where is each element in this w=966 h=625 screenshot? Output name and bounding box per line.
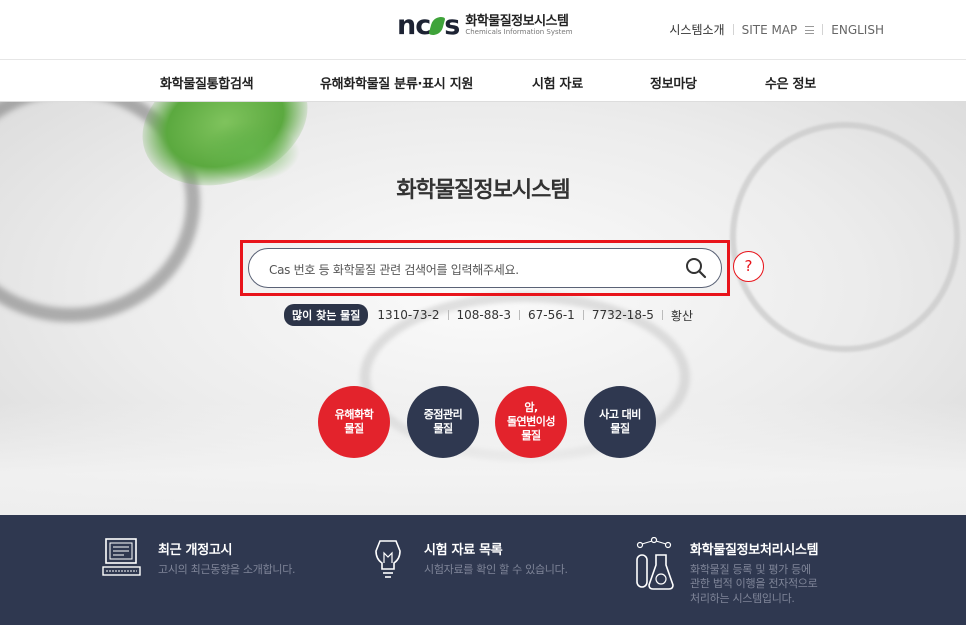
site-header: ncs 화학물질정보시스템 Chemicals Information Syst…: [0, 0, 966, 60]
category-priority-management[interactable]: 중점관리 물질: [407, 386, 479, 458]
background-glassware: [730, 122, 960, 352]
divider: [732, 24, 734, 35]
search-placeholder: Cas 번호 등 화학물질 관련 검색어를 입력해주세요.: [269, 263, 519, 277]
utility-nav: 시스템소개 SITE MAP ENGLISH: [669, 21, 884, 38]
category-label: 물질: [610, 422, 630, 435]
category-label: 돌연변이성: [506, 414, 556, 428]
category-accident-preparedness[interactable]: 사고 대비 물질: [584, 386, 656, 458]
english-link[interactable]: ENGLISH: [831, 23, 884, 37]
description-line: 고시의 최근동향을 소개합니다.: [158, 563, 296, 576]
logo-text: 화학물질정보시스템 Chemicals Information System: [465, 15, 572, 36]
category-cmr-substances[interactable]: 암, 돌연변이성 물질: [495, 386, 567, 458]
divider: [822, 24, 824, 35]
search-highlight-box: Cas 번호 등 화학물질 관련 검색어를 입력해주세요.: [240, 240, 730, 296]
divider: [518, 310, 520, 320]
search-help-button[interactable]: ?: [733, 251, 764, 282]
background-fade: [0, 402, 966, 515]
category-hazardous-chemicals[interactable]: 유해화학 물질: [318, 386, 390, 458]
quick-link-title: 화학물질정보처리시스템: [690, 543, 819, 558]
category-label: 중점관리: [423, 407, 463, 421]
category-label: 암,: [524, 400, 538, 414]
logo-title: 화학물질정보시스템: [465, 14, 569, 29]
description-line: 화학물질 등록 및 평가 등에: [690, 563, 811, 576]
category-label: 유해화학: [334, 407, 374, 421]
nav-item-test-data[interactable]: 시험 자료: [532, 73, 583, 92]
quick-links-footer: 최근 개정고시 고시의 최근동향을 소개합니다. 시험 자료 목록 시험자료를 …: [0, 515, 966, 625]
search-input[interactable]: Cas 번호 등 화학물질 관련 검색어를 입력해주세요.: [248, 248, 722, 288]
system-intro-link[interactable]: 시스템소개: [669, 21, 724, 38]
quick-link-description: 시험자료를 확인 할 수 있습니다.: [424, 563, 568, 577]
popular-keyword[interactable]: 황산: [671, 307, 693, 324]
flask-icon: [636, 537, 674, 590]
popular-keyword[interactable]: 67-56-1: [528, 308, 575, 322]
popular-keyword[interactable]: 108-88-3: [457, 308, 511, 322]
logo-mark: ncs: [397, 10, 460, 41]
description-line: 관한 법적 이행을 전자적으로: [690, 577, 818, 591]
divider: [447, 310, 449, 320]
description-line: 처리하는 시스템입니다.: [690, 591, 795, 605]
hero-section: 화학물질정보시스템 Cas 번호 등 화학물질 관련 검색어를 입력해주세요. …: [0, 102, 966, 515]
menu-icon[interactable]: [805, 25, 815, 34]
quick-link-title: 최근 개정고시: [158, 543, 233, 558]
hero-title: 화학물질정보시스템: [396, 178, 570, 203]
computer-icon: [102, 538, 141, 576]
category-label: 물질: [521, 429, 541, 443]
logo-subtitle: Chemicals Information System: [465, 27, 573, 36]
popular-keyword[interactable]: 7732-18-5: [592, 308, 654, 322]
nav-item-classification-support[interactable]: 유해화학물질 분류·표시 지원: [320, 73, 473, 92]
divider: [661, 310, 663, 320]
nav-item-info[interactable]: 정보마당: [650, 73, 697, 92]
popular-keyword[interactable]: 1310-73-2: [377, 308, 439, 322]
nav-item-integrated-search[interactable]: 화학물질통합검색: [160, 73, 254, 92]
search-icon[interactable]: [685, 257, 707, 279]
site-logo[interactable]: ncs 화학물질정보시스템 Chemicals Information Syst…: [397, 10, 573, 41]
quick-link-description: 고시의 최근동향을 소개합니다.: [158, 563, 296, 577]
category-label: 물질: [344, 422, 364, 435]
lightbulb-icon: [375, 540, 401, 578]
divider: [582, 310, 584, 320]
popular-label: 많이 찾는 물질: [284, 304, 369, 326]
quick-link-title: 시험 자료 목록: [424, 543, 503, 558]
sitemap-link[interactable]: SITE MAP: [742, 23, 798, 37]
category-label: 물질: [433, 422, 453, 435]
category-label: 사고 대비: [599, 407, 641, 421]
popular-keywords: 많이 찾는 물질 1310-73-2 108-88-3 67-56-1 7732…: [284, 304, 693, 326]
nav-item-mercury[interactable]: 수은 정보: [765, 73, 816, 92]
description-line: 시험자료를 확인 할 수 있습니다.: [424, 563, 568, 576]
quick-link-description: 화학물질 등록 및 평가 등에 관한 법적 이행을 전자적으로 처리하는 시스템…: [690, 563, 818, 606]
main-navigation: 화학물질통합검색 유해화학물질 분류·표시 지원 시험 자료 정보마당 수은 정…: [0, 61, 966, 102]
